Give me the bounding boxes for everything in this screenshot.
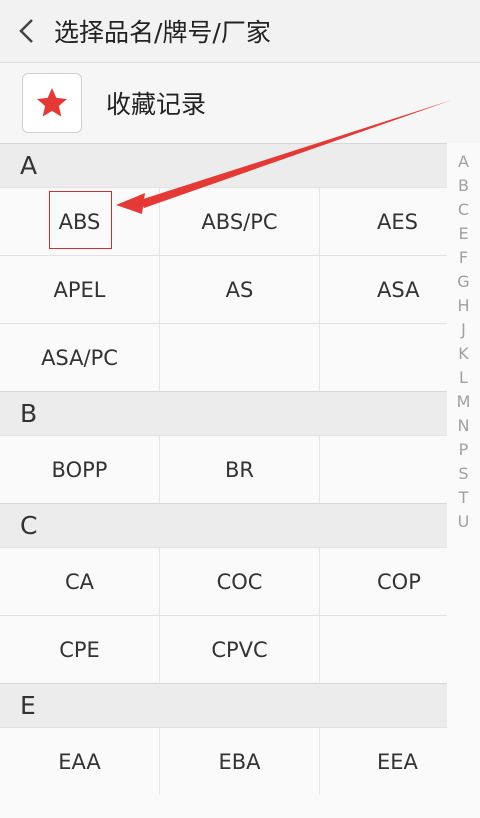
annotation-arrow <box>116 100 452 214</box>
